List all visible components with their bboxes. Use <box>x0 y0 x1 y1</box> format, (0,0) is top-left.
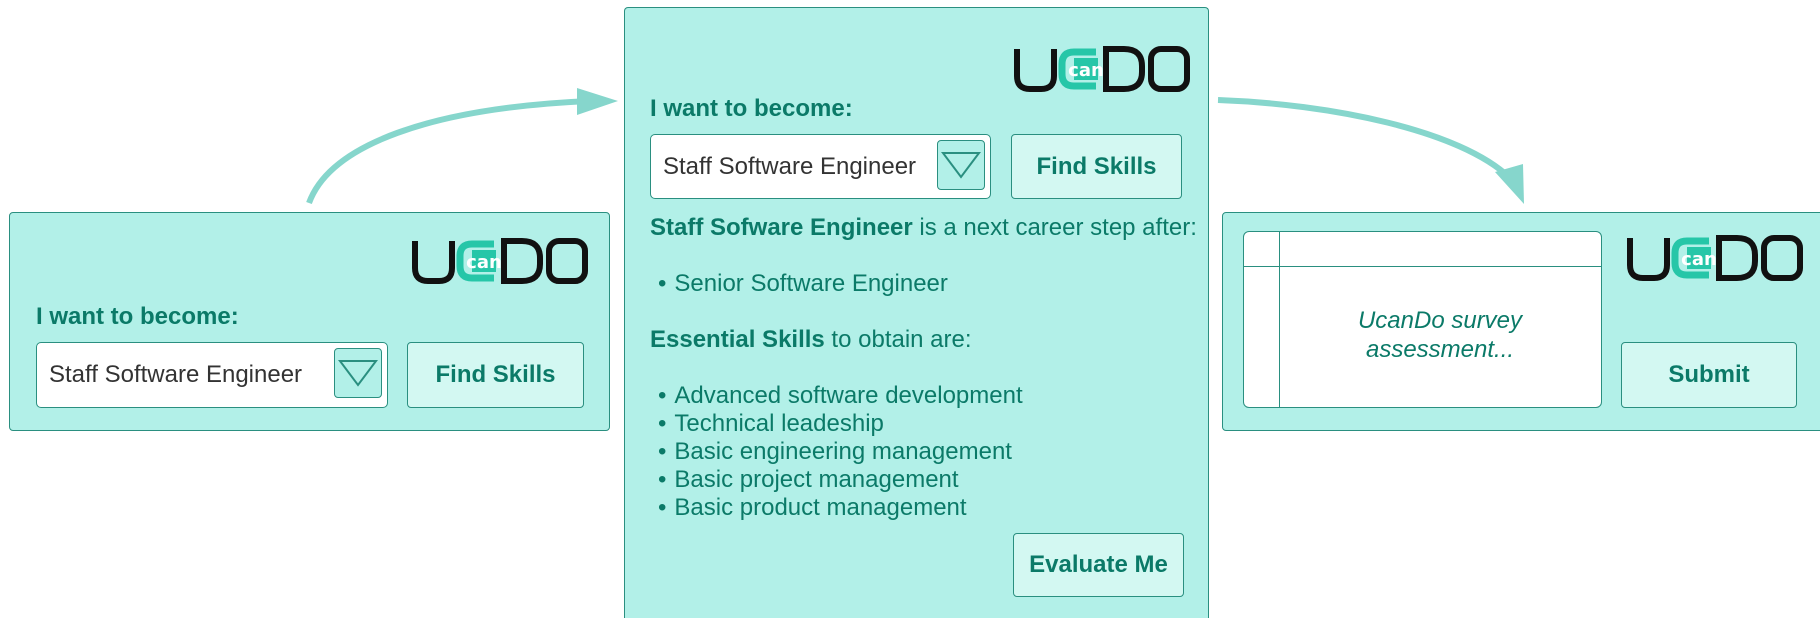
career-select-value: Staff Software Engineer <box>663 152 917 180</box>
skills-list: Advanced software development Technical … <box>650 382 1023 522</box>
ucando-logo: can <box>412 238 588 284</box>
next-step-title: Staff Sofware Engineer <box>650 214 913 241</box>
logo-can-text: can <box>1681 249 1717 270</box>
dropdown-arrow-icon[interactable] <box>334 348 382 398</box>
skills-title: Essential Skills <box>650 326 825 353</box>
find-skills-button[interactable]: Find Skills <box>407 342 584 408</box>
survey-text: UcanDo survey assessment... <box>1279 306 1601 364</box>
survey-assessment-box[interactable]: UcanDo survey assessment... <box>1243 231 1602 408</box>
become-label: I want to become: <box>650 95 853 122</box>
list-item: Advanced software development <box>650 382 1022 410</box>
panel-left: can I want to become: Staff Software Eng… <box>9 212 610 431</box>
career-select-value: Staff Software Engineer <box>49 361 303 388</box>
skills-suffix: to obtain are: <box>824 326 972 353</box>
list-item: Technical leadeship <box>650 410 1023 438</box>
skills-heading: Essential Skills to obtain are: <box>650 326 972 354</box>
arrow-left-to-middle <box>306 98 591 205</box>
panel-middle: can I want to become: Staff Software Eng… <box>624 7 1209 618</box>
submit-button[interactable]: Submit <box>1621 342 1797 408</box>
list-item: Basic project management <box>650 466 1023 494</box>
next-step-suffix: is a next career step after: <box>912 214 1197 241</box>
previous-roles-list: Senior Software Engineer <box>650 270 948 298</box>
survey-text-line2: assessment... <box>1365 336 1515 363</box>
arrow-middle-to-right <box>1217 97 1513 181</box>
evaluate-me-button[interactable]: Evaluate Me <box>1013 533 1184 597</box>
panel-right: UcanDo survey assessment... can Submit <box>1222 212 1820 431</box>
ucando-logo: can <box>1014 46 1190 92</box>
find-skills-button[interactable]: Find Skills <box>1011 134 1182 199</box>
survey-header-divider <box>1244 266 1601 267</box>
logo-can-text: can <box>466 252 502 273</box>
list-item: Senior Software Engineer <box>650 270 948 298</box>
list-item: Basic product management <box>650 494 1023 522</box>
next-step-text: Staff Sofware Engineer is a next career … <box>650 214 1197 242</box>
career-select[interactable]: Staff Software Engineer <box>650 134 991 199</box>
arrowhead-left-to-middle <box>577 88 618 115</box>
logo-can-text: can <box>1068 60 1104 81</box>
list-item: Basic engineering management <box>650 438 1023 466</box>
ucando-logo: can <box>1627 235 1803 281</box>
become-label: I want to become: <box>36 303 239 330</box>
career-select[interactable]: Staff Software Engineer <box>36 342 388 408</box>
dropdown-arrow-icon[interactable] <box>937 140 985 190</box>
survey-text-line1: UcanDo survey <box>1357 307 1523 334</box>
